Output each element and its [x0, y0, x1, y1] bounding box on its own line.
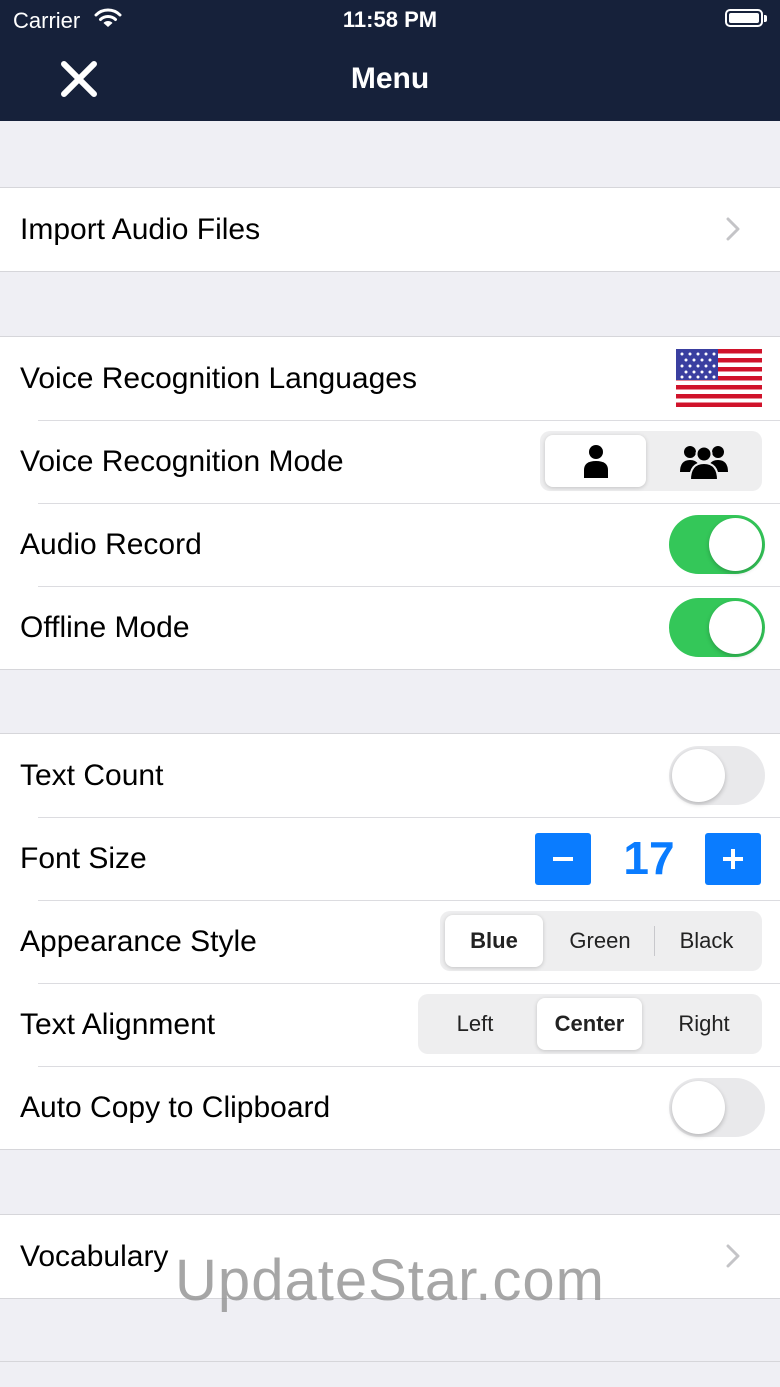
voice-languages-row[interactable]: Voice Recognition Languages	[0, 337, 780, 420]
appearance-style-label: Appearance Style	[20, 925, 257, 958]
appearance-style-row: Appearance Style Blue Green Black	[0, 900, 780, 983]
appearance-option-black[interactable]: Black	[655, 915, 758, 967]
appearance-option-blue[interactable]: Blue	[445, 915, 543, 967]
multi-speaker-option[interactable]	[650, 435, 758, 487]
appearance-style-segmented-control: Blue Green Black	[440, 911, 762, 971]
battery-icon	[725, 9, 767, 27]
voice-mode-label: Voice Recognition Mode	[20, 445, 344, 478]
text-count-row: Text Count	[0, 734, 780, 817]
audio-record-row: Audio Record	[0, 503, 780, 586]
status-bar: Carrier 11:58 PM	[0, 0, 780, 40]
plus-icon	[723, 849, 743, 869]
chevron-right-icon	[726, 217, 740, 241]
alignment-option-center[interactable]: Center	[537, 998, 642, 1050]
text-alignment-label: Text Alignment	[20, 1008, 216, 1041]
text-alignment-row: Text Alignment Left Center Right	[0, 983, 780, 1066]
offline-mode-label: Offline Mode	[20, 611, 190, 644]
voice-mode-row: Voice Recognition Mode	[0, 420, 780, 503]
display-section: Text Count Font Size 17 Appearance Style…	[0, 733, 780, 1150]
auto-copy-toggle[interactable]	[669, 1078, 765, 1137]
watermark: UpdateStar.com	[175, 1248, 605, 1313]
import-audio-files-row[interactable]: Import Audio Files	[0, 188, 780, 271]
nav-header: Carrier 11:58 PM Menu	[0, 0, 780, 121]
appearance-option-green[interactable]: Green	[547, 915, 653, 967]
auto-copy-label: Auto Copy to Clipboard	[20, 1091, 331, 1124]
status-time: 11:58 PM	[342, 7, 438, 32]
us-flag-icon[interactable]	[676, 349, 762, 407]
offline-mode-toggle[interactable]	[669, 598, 765, 657]
minus-icon	[553, 857, 573, 861]
single-speaker-option[interactable]	[545, 435, 646, 487]
font-size-row: Font Size 17	[0, 817, 780, 900]
text-count-label: Text Count	[20, 759, 164, 792]
audio-record-toggle[interactable]	[669, 515, 765, 574]
text-alignment-segmented-control: Left Center Right	[418, 994, 762, 1054]
text-count-toggle[interactable]	[669, 746, 765, 805]
import-section: Import Audio Files	[0, 187, 780, 272]
offline-mode-row: Offline Mode	[0, 586, 780, 669]
font-size-decrease-button[interactable]	[535, 833, 591, 885]
voice-languages-label: Voice Recognition Languages	[20, 362, 417, 395]
voice-section: Voice Recognition Languages Voice Recogn…	[0, 336, 780, 670]
import-audio-files-label: Import Audio Files	[20, 213, 261, 246]
voice-mode-segmented-control	[540, 431, 762, 491]
page-title: Menu	[350, 62, 430, 95]
alignment-option-left[interactable]: Left	[423, 998, 527, 1050]
font-size-label: Font Size	[20, 842, 147, 875]
audio-record-label: Audio Record	[20, 528, 202, 561]
alignment-option-right[interactable]: Right	[650, 998, 758, 1050]
font-size-value: 17	[623, 832, 675, 884]
section-divider	[0, 1361, 780, 1362]
font-size-increase-button[interactable]	[705, 833, 761, 885]
group-icon	[680, 445, 728, 481]
auto-copy-row: Auto Copy to Clipboard	[0, 1066, 780, 1149]
single-person-icon	[583, 445, 608, 478]
